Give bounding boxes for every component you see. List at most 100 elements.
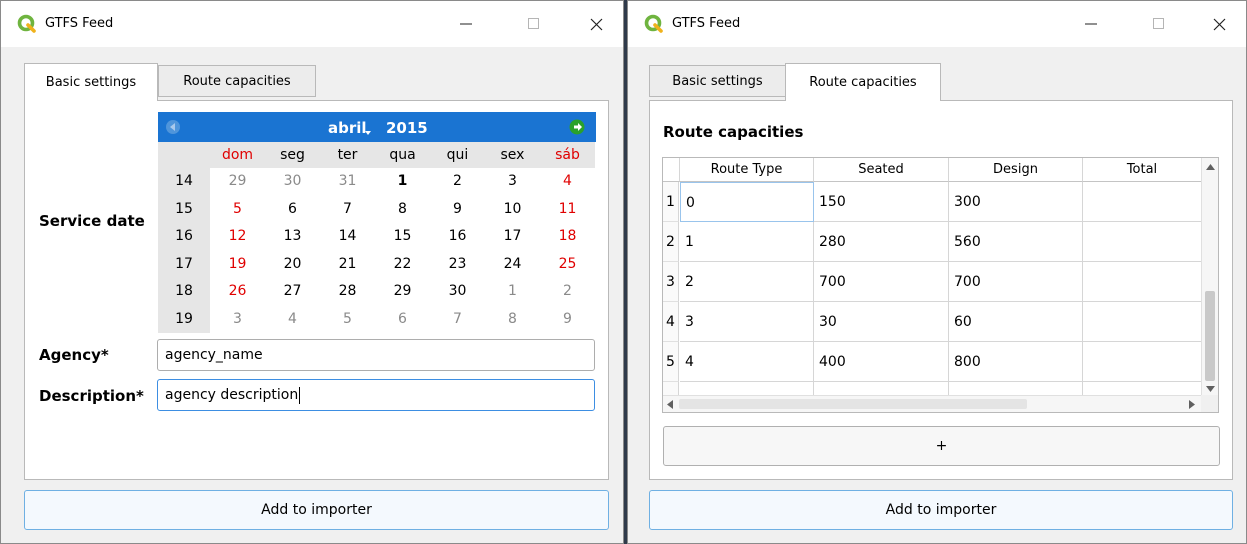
table-cell[interactable]: 0 bbox=[680, 182, 814, 222]
table-cell[interactable]: 400 bbox=[814, 342, 949, 382]
agency-input[interactable]: agency_name bbox=[157, 339, 595, 371]
table-cell[interactable]: 1 bbox=[680, 222, 814, 262]
vertical-scrollbar[interactable] bbox=[1201, 158, 1218, 396]
calendar-year[interactable]: 2015 bbox=[386, 119, 428, 137]
calendar-day[interactable]: 4 bbox=[540, 168, 595, 196]
calendar-day[interactable]: 29 bbox=[375, 278, 430, 306]
table-cell[interactable]: 300 bbox=[949, 182, 1083, 222]
table-corner[interactable] bbox=[663, 158, 680, 182]
previous-month-icon[interactable] bbox=[165, 119, 181, 135]
calendar-day[interactable]: 6 bbox=[375, 306, 430, 334]
calendar-day[interactable]: 27 bbox=[265, 278, 320, 306]
minimize-button[interactable] bbox=[443, 1, 489, 47]
table-cell[interactable]: 60 bbox=[949, 302, 1083, 342]
maximize-button[interactable] bbox=[511, 1, 557, 47]
horizontal-scroll-thumb[interactable] bbox=[679, 399, 1027, 409]
calendar-day[interactable]: 21 bbox=[320, 251, 375, 279]
calendar-day[interactable]: 16 bbox=[430, 223, 485, 251]
calendar-day[interactable]: 5 bbox=[320, 306, 375, 334]
calendar-day[interactable]: 15 bbox=[375, 223, 430, 251]
calendar-day[interactable]: 26 bbox=[210, 278, 265, 306]
route-capacities-table[interactable]: Route Type Seated Design Total 1 0 150 300 2… bbox=[662, 157, 1219, 413]
vertical-scroll-thumb[interactable] bbox=[1205, 291, 1215, 381]
calendar-day[interactable]: 19 bbox=[210, 251, 265, 279]
scroll-down-icon[interactable] bbox=[1206, 386, 1215, 392]
tab-basic-settings[interactable]: Basic settings bbox=[24, 63, 158, 101]
calendar-day[interactable]: 9 bbox=[430, 196, 485, 224]
calendar-day[interactable]: 18 bbox=[540, 223, 595, 251]
description-input[interactable]: agency description bbox=[157, 379, 595, 411]
scroll-up-icon[interactable] bbox=[1206, 164, 1215, 170]
table-cell[interactable] bbox=[1083, 302, 1202, 342]
table-cell[interactable]: 560 bbox=[949, 222, 1083, 262]
calendar-day[interactable]: 11 bbox=[540, 196, 595, 224]
table-cell[interactable]: 700 bbox=[814, 262, 949, 302]
tab-basic-settings[interactable]: Basic settings bbox=[649, 65, 786, 97]
calendar-day[interactable]: 31 bbox=[320, 168, 375, 196]
calendar-day[interactable]: 23 bbox=[430, 251, 485, 279]
tab-route-capacities[interactable]: Route capacities bbox=[785, 63, 941, 101]
table-cell[interactable] bbox=[1083, 262, 1202, 302]
calendar-day[interactable]: 1 bbox=[375, 168, 430, 196]
calendar-day[interactable]: 3 bbox=[210, 306, 265, 334]
calendar-day[interactable]: 17 bbox=[485, 223, 540, 251]
column-header[interactable]: Total bbox=[1083, 158, 1202, 182]
table-cell[interactable]: 800 bbox=[949, 342, 1083, 382]
minimize-button[interactable] bbox=[1068, 1, 1114, 47]
calendar-day[interactable]: 10 bbox=[485, 196, 540, 224]
close-button[interactable] bbox=[1196, 1, 1242, 47]
calendar-day[interactable]: 4 bbox=[265, 306, 320, 334]
calendar-day[interactable]: 8 bbox=[375, 196, 430, 224]
table-cell[interactable] bbox=[1083, 342, 1202, 382]
add-row-button[interactable]: + bbox=[663, 426, 1220, 466]
calendar-day[interactable]: 24 bbox=[485, 251, 540, 279]
calendar-day[interactable]: 29 bbox=[210, 168, 265, 196]
calendar-day[interactable]: 20 bbox=[265, 251, 320, 279]
calendar-day[interactable]: 7 bbox=[320, 196, 375, 224]
table-cell[interactable]: 30 bbox=[814, 302, 949, 342]
calendar-day[interactable]: 7 bbox=[430, 306, 485, 334]
table-cell[interactable]: 700 bbox=[949, 262, 1083, 302]
table-cell[interactable] bbox=[1083, 182, 1202, 222]
table-cell[interactable]: 4 bbox=[680, 342, 814, 382]
scroll-left-icon[interactable] bbox=[667, 400, 673, 409]
row-header[interactable]: 1 bbox=[663, 182, 679, 222]
calendar-day[interactable]: 30 bbox=[430, 278, 485, 306]
table-cell[interactable]: 280 bbox=[814, 222, 949, 262]
horizontal-scrollbar[interactable] bbox=[663, 395, 1202, 412]
tab-route-capacities[interactable]: Route capacities bbox=[158, 65, 316, 97]
next-month-icon[interactable] bbox=[569, 119, 585, 135]
calendar-day[interactable]: 8 bbox=[485, 306, 540, 334]
calendar-day[interactable]: 9 bbox=[540, 306, 595, 334]
calendar-day[interactable]: 5 bbox=[210, 196, 265, 224]
maximize-button[interactable] bbox=[1136, 1, 1182, 47]
add-to-importer-button[interactable]: Add to importer bbox=[24, 490, 609, 530]
column-header[interactable]: Seated bbox=[814, 158, 949, 182]
calendar-day[interactable]: 25 bbox=[540, 251, 595, 279]
calendar-day[interactable]: 1 bbox=[485, 278, 540, 306]
table-cell[interactable]: 150 bbox=[814, 182, 949, 222]
title-bar[interactable]: GTFS Feed bbox=[1, 1, 623, 47]
row-header[interactable]: 5 bbox=[663, 342, 679, 382]
calendar-day[interactable]: 30 bbox=[265, 168, 320, 196]
column-header[interactable]: Design bbox=[949, 158, 1083, 182]
scroll-right-icon[interactable] bbox=[1189, 400, 1195, 409]
calendar-day[interactable]: 3 bbox=[485, 168, 540, 196]
column-header[interactable]: Route Type bbox=[680, 158, 814, 182]
calendar-day[interactable]: 13 bbox=[265, 223, 320, 251]
row-header[interactable]: 4 bbox=[663, 302, 679, 342]
calendar-day[interactable]: 2 bbox=[540, 278, 595, 306]
calendar-day[interactable]: 14 bbox=[320, 223, 375, 251]
table-cell[interactable] bbox=[1083, 222, 1202, 262]
title-bar[interactable]: GTFS Feed bbox=[628, 1, 1246, 47]
table-cell[interactable]: 3 bbox=[680, 302, 814, 342]
row-header[interactable]: 3 bbox=[663, 262, 679, 302]
row-header[interactable]: 2 bbox=[663, 222, 679, 262]
calendar-day[interactable]: 2 bbox=[430, 168, 485, 196]
close-button[interactable] bbox=[573, 1, 619, 47]
calendar-day[interactable]: 22 bbox=[375, 251, 430, 279]
add-to-importer-button[interactable]: Add to importer bbox=[649, 490, 1233, 530]
table-cell[interactable]: 2 bbox=[680, 262, 814, 302]
calendar-day[interactable]: 28 bbox=[320, 278, 375, 306]
calendar-day[interactable]: 6 bbox=[265, 196, 320, 224]
